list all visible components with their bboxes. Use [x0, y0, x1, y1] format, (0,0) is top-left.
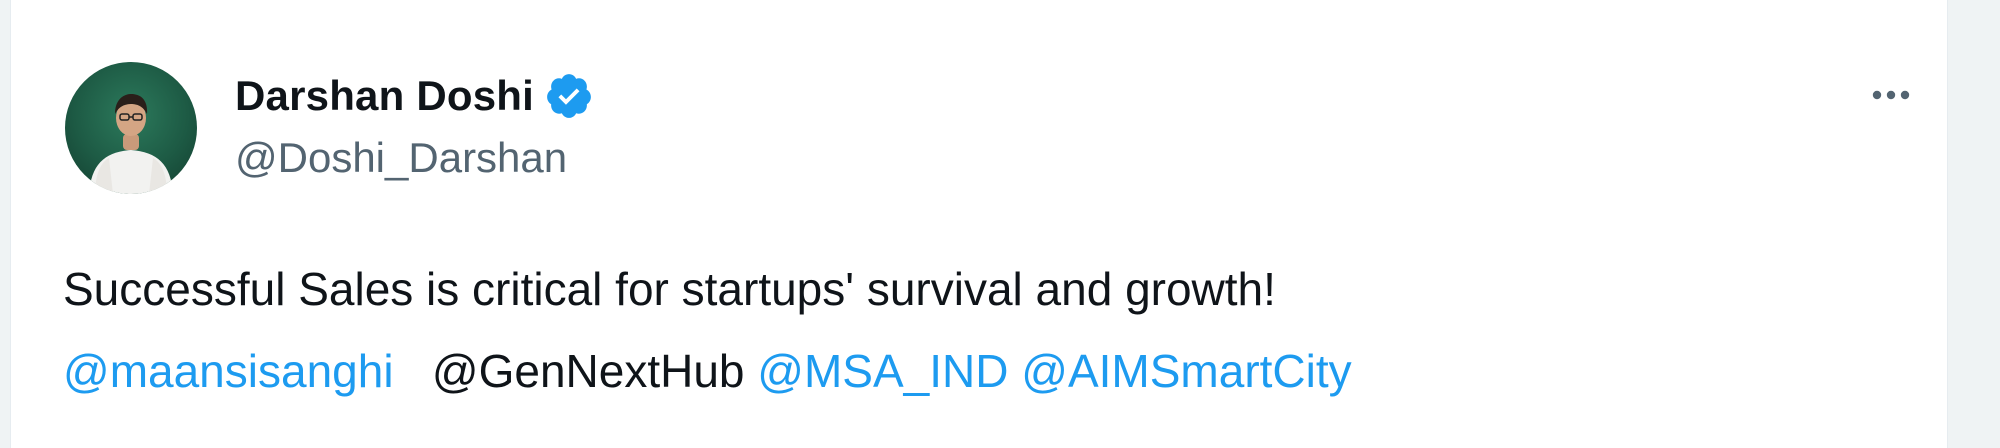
- author-handle[interactable]: @Doshi_Darshan: [235, 134, 567, 182]
- mention-link[interactable]: @MSA_IND: [757, 345, 1008, 397]
- verified-badge-icon[interactable]: [544, 71, 594, 121]
- tweet-mentions: @maansisanghi @GenNextHub @MSA_IND @AIMS…: [63, 344, 1352, 398]
- person-photo-icon: [89, 94, 173, 194]
- more-options-button[interactable]: [1861, 70, 1921, 120]
- author-display-name[interactable]: Darshan Doshi: [235, 72, 534, 120]
- avatar[interactable]: [65, 62, 197, 194]
- mention-link[interactable]: @maansisanghi: [63, 345, 394, 397]
- author-name-row: Darshan Doshi: [235, 66, 594, 126]
- tweet-text: Successful Sales is critical for startup…: [63, 263, 1276, 315]
- tweet-card[interactable]: Darshan Doshi @Doshi_Darshan Successful …: [10, 0, 1948, 448]
- mention-text: @GenNextHub: [431, 345, 745, 397]
- more-options-icon: [1872, 90, 1910, 100]
- mention-link[interactable]: @AIMSmartCity: [1021, 345, 1351, 397]
